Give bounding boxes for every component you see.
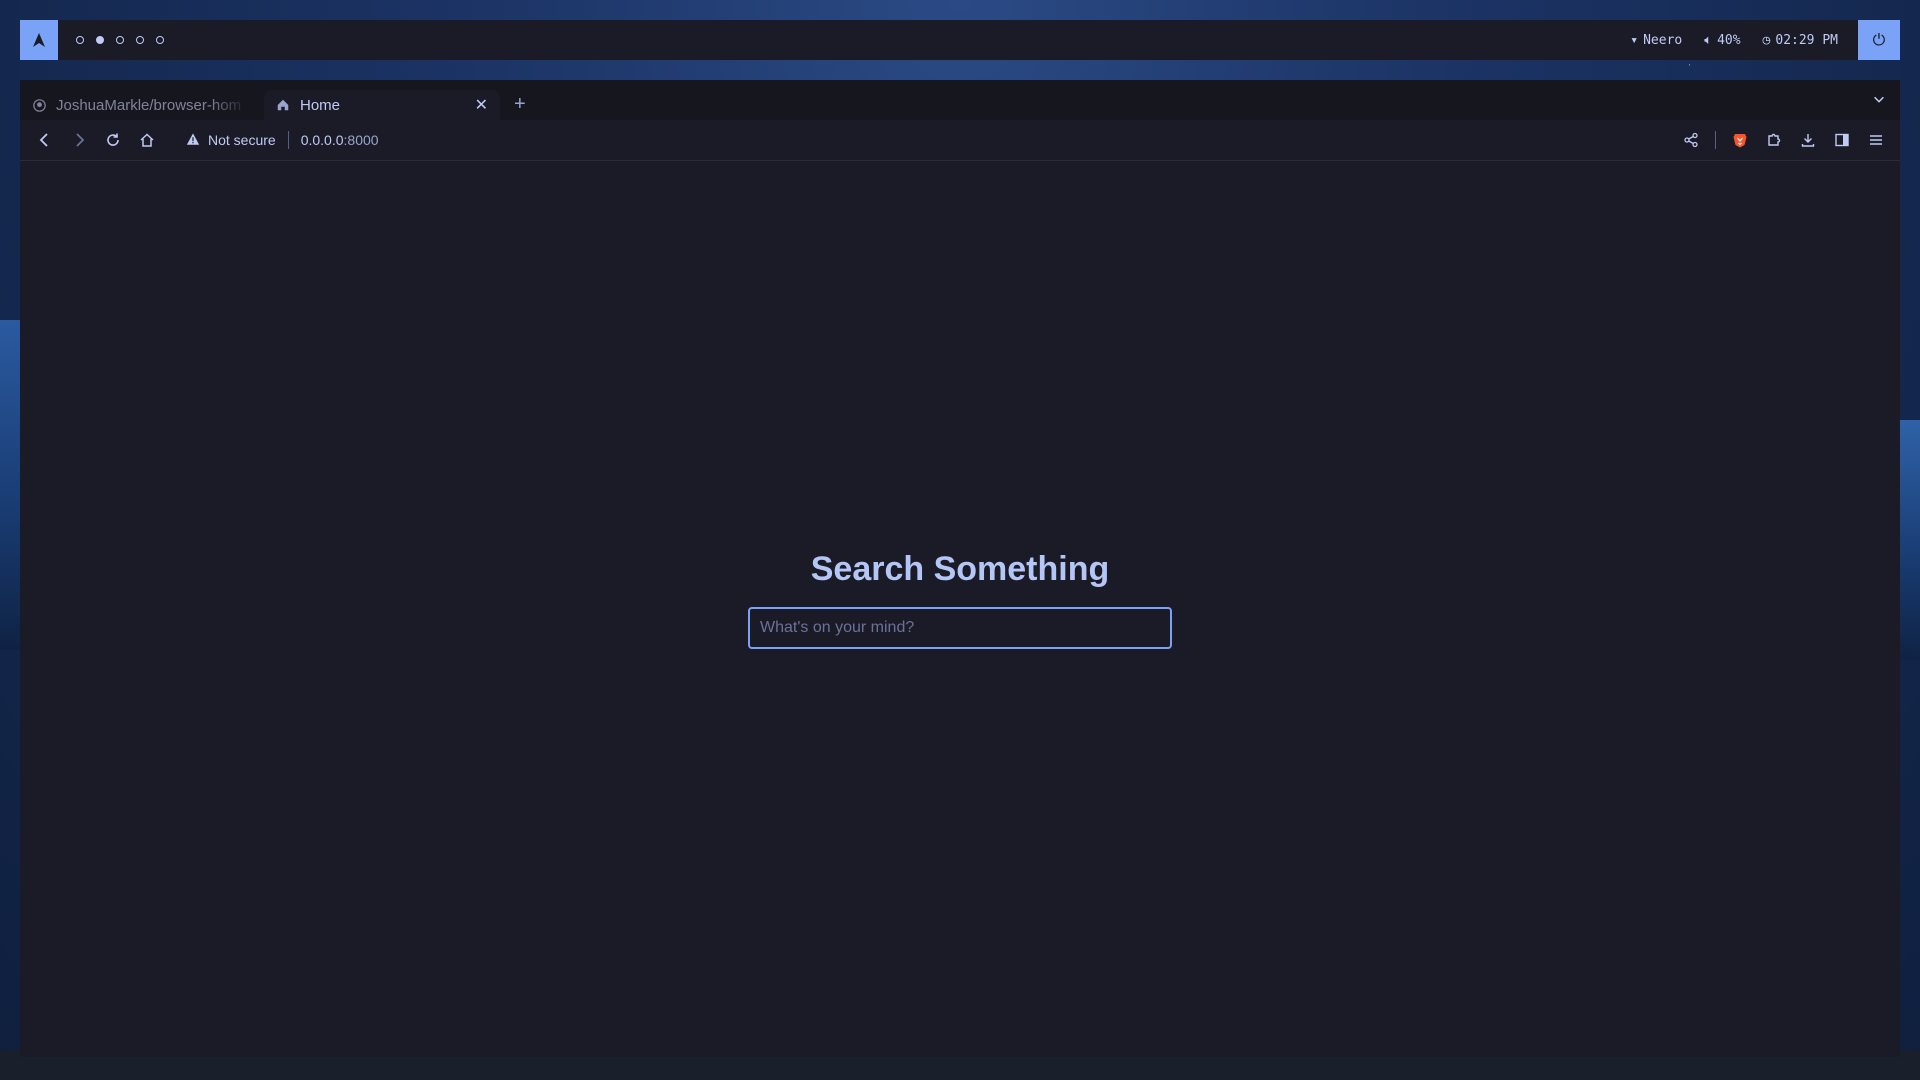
share-icon bbox=[1684, 132, 1698, 148]
warning-icon bbox=[186, 132, 200, 149]
hamburger-menu-icon bbox=[1870, 135, 1882, 145]
speaker-icon: 🔈︎ bbox=[1704, 32, 1713, 48]
share-button[interactable] bbox=[1681, 130, 1701, 150]
search-input[interactable] bbox=[748, 607, 1172, 649]
brave-lion-icon bbox=[1733, 134, 1747, 148]
menu-button[interactable] bbox=[1866, 130, 1886, 150]
workspace-5[interactable] bbox=[156, 36, 164, 44]
downloads-button[interactable] bbox=[1798, 130, 1818, 150]
wallpaper-mountain-right bbox=[1898, 420, 1920, 660]
url-divider bbox=[287, 131, 289, 149]
tab-strip: JoshuaMarkle/browser-hom Home ✕ + bbox=[20, 80, 1900, 120]
home-icon bbox=[140, 133, 154, 147]
home-icon bbox=[276, 98, 290, 112]
volume-status[interactable]: 🔈︎ 40% bbox=[1704, 33, 1740, 48]
url-text[interactable]: 0.0.0.0:8000 bbox=[301, 132, 379, 148]
browser-window: JoshuaMarkle/browser-hom Home ✕ + Not se… bbox=[20, 80, 1900, 1057]
wallpaper-mountain-left bbox=[0, 320, 22, 650]
security-status[interactable]: Not secure bbox=[208, 132, 276, 148]
back-arrow-icon bbox=[39, 133, 48, 147]
toolbar-divider bbox=[1715, 131, 1716, 149]
network-status[interactable]: ▾ Neero bbox=[1630, 33, 1682, 48]
reload-icon bbox=[107, 133, 119, 146]
workspace-2[interactable] bbox=[96, 36, 104, 44]
back-button[interactable] bbox=[34, 129, 56, 151]
system-bar: ▾ Neero 🔈︎ 40% ◷ 02:29 PM ⏻ bbox=[20, 20, 1900, 60]
network-name: Neero bbox=[1643, 32, 1683, 48]
clock-time: 02:29 PM bbox=[1775, 32, 1838, 48]
status-area: ▾ Neero 🔈︎ 40% ◷ 02:29 PM bbox=[1630, 33, 1838, 48]
workspace-3[interactable] bbox=[116, 36, 124, 44]
search-section: Search Something bbox=[748, 550, 1172, 649]
page-title: Search Something bbox=[810, 550, 1110, 588]
workspace-indicators bbox=[76, 36, 164, 44]
workspace-1[interactable] bbox=[76, 36, 84, 44]
arch-logo-icon bbox=[33, 33, 45, 47]
navigation-toolbar: Not secure 0.0.0.0:8000 bbox=[20, 120, 1900, 161]
download-icon bbox=[1801, 134, 1815, 147]
extensions-button[interactable] bbox=[1764, 130, 1784, 150]
clock[interactable]: ◷ 02:29 PM bbox=[1763, 33, 1838, 48]
sidebar-toggle-button[interactable] bbox=[1832, 130, 1852, 150]
power-button[interactable]: ⏻ bbox=[1858, 20, 1900, 60]
new-tab-button[interactable]: + bbox=[514, 93, 526, 116]
reload-button[interactable] bbox=[102, 129, 124, 151]
close-tab-icon[interactable]: ✕ bbox=[475, 95, 488, 115]
tab-github[interactable]: JoshuaMarkle/browser-hom bbox=[20, 90, 260, 120]
home-button[interactable] bbox=[136, 129, 158, 151]
brave-shields-button[interactable] bbox=[1730, 130, 1750, 150]
power-icon: ⏻ bbox=[1872, 30, 1886, 49]
forward-button[interactable] bbox=[68, 129, 90, 151]
page-content: Search Something bbox=[20, 162, 1900, 1057]
volume-level: 40% bbox=[1717, 32, 1741, 48]
workspace-4[interactable] bbox=[136, 36, 144, 44]
toolbar-actions bbox=[1681, 130, 1886, 150]
address-bar[interactable]: Not secure 0.0.0.0:8000 bbox=[186, 131, 379, 149]
tab-title: Home bbox=[300, 96, 341, 114]
tab-home[interactable]: Home ✕ bbox=[264, 90, 500, 120]
tab-list-chevron-down-icon[interactable] bbox=[1872, 92, 1886, 111]
arch-launcher-button[interactable] bbox=[20, 20, 58, 60]
github-icon bbox=[32, 98, 46, 112]
sidebar-icon bbox=[1835, 133, 1849, 147]
tab-title: JoshuaMarkle/browser-hom bbox=[56, 96, 242, 114]
puzzle-icon bbox=[1768, 133, 1781, 146]
forward-arrow-icon bbox=[76, 133, 85, 147]
clock-icon: ◷ bbox=[1762, 32, 1771, 48]
wifi-icon: ▾ bbox=[1630, 32, 1639, 48]
